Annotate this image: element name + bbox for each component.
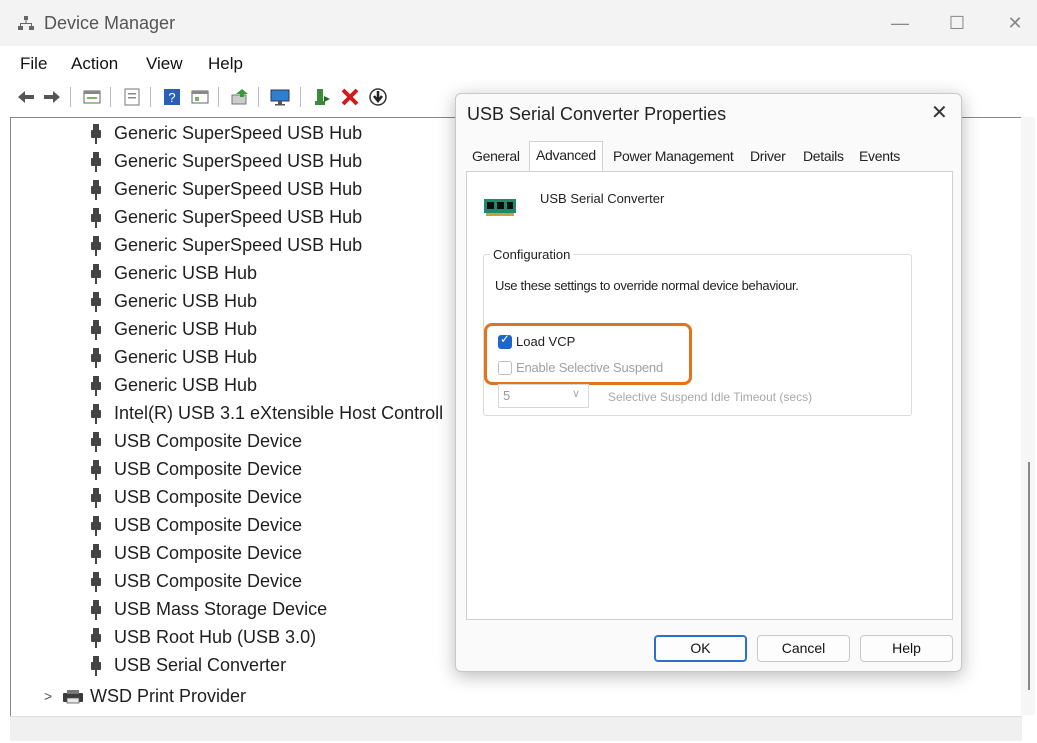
annotation-highlight-box — [484, 323, 692, 385]
printer-icon — [63, 690, 83, 704]
tree-item-label: USB Serial Converter — [114, 655, 287, 675]
back-icon[interactable] — [16, 87, 36, 107]
usb-plug-icon — [91, 628, 101, 648]
scan-icon[interactable] — [368, 87, 388, 107]
tree-item-label: Generic SuperSpeed USB Hub — [114, 207, 363, 227]
usb-plug-icon — [91, 236, 101, 256]
tab-power-management[interactable]: Power Management — [613, 146, 734, 172]
toolbar-separator — [218, 87, 219, 107]
properties-icon[interactable] — [82, 87, 102, 107]
usb-plug-icon — [91, 432, 101, 452]
menu-action[interactable]: Action — [71, 54, 118, 74]
usb-plug-icon — [91, 292, 101, 312]
toolbar-separator — [300, 87, 301, 107]
tree-item-label: Generic USB Hub — [114, 263, 258, 283]
tree-item-label: Generic SuperSpeed USB Hub — [114, 123, 363, 143]
usb-plug-icon — [91, 376, 101, 396]
usb-plug-icon — [91, 404, 101, 424]
idle-timeout-label: Selective Suspend Idle Timeout (secs) — [608, 390, 813, 404]
usb-plug-icon — [91, 572, 101, 592]
usb-plug-icon — [91, 656, 101, 676]
title-bar: Device Manager — ☐ ✕ — [0, 0, 1037, 47]
usb-plug-icon — [91, 488, 101, 508]
chevron-down-icon: ∨ — [572, 388, 581, 400]
window-title: Device Manager — [44, 13, 176, 33]
tree-item-label: Intel(R) USB 3.1 eXtensible Host Control… — [114, 403, 444, 423]
ok-button[interactable]: OK — [654, 635, 747, 662]
tab-general[interactable]: General — [472, 146, 520, 172]
tree-item-label: Generic USB Hub — [114, 375, 258, 395]
usb-plug-icon — [91, 180, 101, 200]
tree-item-label: USB Mass Storage Device — [114, 599, 328, 619]
usb-plug-icon — [91, 320, 101, 340]
tree-item-label: USB Composite Device — [114, 459, 303, 479]
toolbar-separator — [150, 87, 151, 107]
tree-category-wsd-print-provider[interactable]: WSD Print Provider — [90, 686, 246, 707]
toolbar-separator — [70, 87, 71, 107]
tree-item-label: USB Composite Device — [114, 431, 303, 451]
help-button[interactable]: Help — [860, 635, 953, 662]
tree-item-label: Generic USB Hub — [114, 291, 258, 311]
usb-plug-icon — [91, 544, 101, 564]
maximize-button[interactable]: ☐ — [942, 10, 972, 36]
cancel-button[interactable]: Cancel — [757, 635, 850, 662]
tree-item-label: Generic SuperSpeed USB Hub — [114, 235, 363, 255]
configuration-description: Use these settings to override normal de… — [495, 278, 799, 293]
tree-item-label: USB Composite Device — [114, 543, 303, 563]
svg-text:?: ? — [168, 90, 175, 105]
tab-driver[interactable]: Driver — [750, 146, 786, 172]
expand-chevron-icon[interactable]: > — [44, 688, 52, 704]
idle-timeout-select[interactable]: 5 ∨ — [498, 384, 589, 408]
dialog-title: USB Serial Converter Properties — [467, 104, 727, 124]
view-icon[interactable] — [190, 87, 210, 107]
menu-file[interactable]: File — [20, 54, 47, 74]
status-bar — [10, 716, 1022, 741]
usb-plug-icon — [91, 460, 101, 480]
properties-dialog: USB Serial Converter Properties ✕ Genera… — [455, 93, 962, 672]
menu-view[interactable]: View — [146, 54, 183, 74]
idle-timeout-value: 5 — [503, 388, 511, 403]
tree-item-label: USB Root Hub (USB 3.0) — [114, 627, 317, 647]
tree-item-label: Generic USB Hub — [114, 319, 258, 339]
tab-events[interactable]: Events — [859, 146, 900, 172]
minimize-button[interactable]: — — [885, 10, 915, 36]
monitor-icon[interactable] — [270, 87, 290, 107]
scrollbar-thumb[interactable] — [1028, 462, 1030, 690]
device-manager-icon — [18, 16, 34, 30]
enable-device-icon[interactable] — [312, 87, 332, 107]
usb-plug-icon — [91, 264, 101, 284]
tree-item-label: Generic USB Hub — [114, 347, 258, 367]
usb-plug-icon — [91, 152, 101, 172]
configuration-group-title: Configuration — [490, 247, 574, 262]
tree-item-label: USB Composite Device — [114, 487, 303, 507]
menu-bar: File Action View Help — [0, 46, 1037, 80]
device-name: USB Serial Converter — [540, 191, 665, 206]
usb-plug-icon — [91, 124, 101, 144]
tab-details[interactable]: Details — [803, 146, 844, 172]
toolbar-separator — [110, 87, 111, 107]
close-window-button[interactable]: ✕ — [1000, 10, 1030, 36]
tree-item-label: Generic SuperSpeed USB Hub — [114, 151, 363, 171]
update-driver-icon[interactable] — [230, 87, 250, 107]
serial-board-icon — [484, 199, 516, 216]
usb-plug-icon — [91, 348, 101, 368]
usb-plug-icon — [91, 600, 101, 620]
help-icon[interactable]: ? — [162, 87, 182, 107]
show-hidden-icon[interactable] — [122, 87, 142, 107]
forward-icon[interactable] — [42, 87, 62, 107]
usb-plug-icon — [91, 516, 101, 536]
usb-plug-icon — [91, 208, 101, 228]
toolbar-separator — [258, 87, 259, 107]
tree-item-label: USB Composite Device — [114, 571, 303, 591]
uninstall-icon[interactable] — [340, 87, 360, 107]
tree-item-label: USB Composite Device — [114, 515, 303, 535]
menu-help[interactable]: Help — [208, 54, 243, 74]
tree-item-label: Generic SuperSpeed USB Hub — [114, 179, 363, 199]
dialog-close-button[interactable]: ✕ — [931, 100, 948, 125]
